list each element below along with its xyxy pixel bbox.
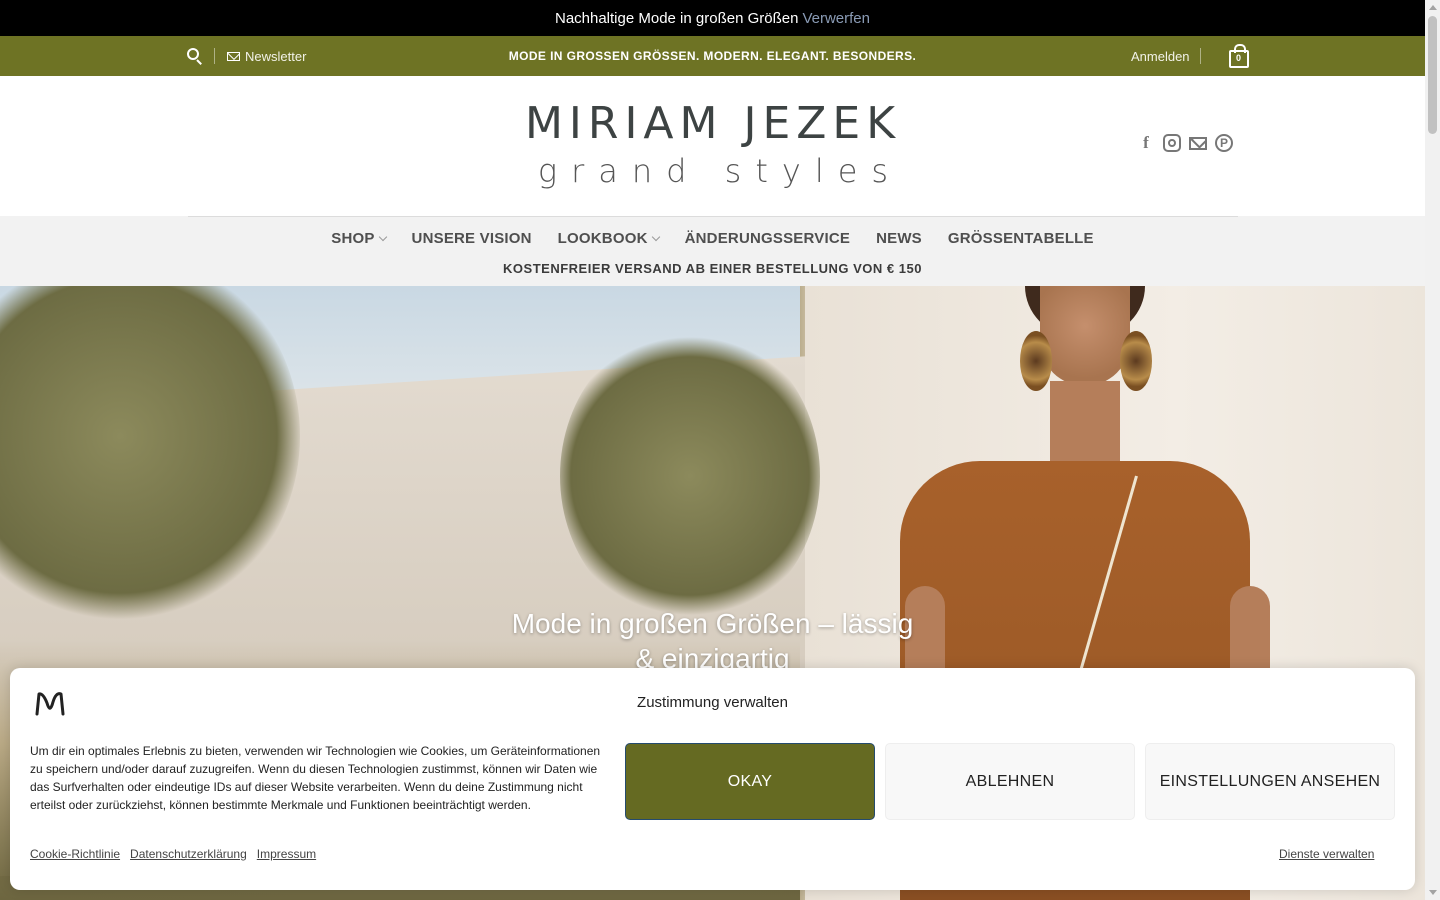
newsletter-link[interactable]: Newsletter [227,49,306,64]
notice-text: Nachhaltige Mode in großen Größen [554,9,799,27]
nav-item-aenderungsservice[interactable]: ÄNDERUNGSSERVICE [685,230,850,247]
hero-neck [1050,381,1120,471]
divider [214,48,215,64]
scrollbar-thumb[interactable] [1428,16,1437,134]
logo-subtitle: grand styles [537,152,903,190]
nav-item-news[interactable]: NEWS [876,230,922,247]
hero-title-text: Mode in großen Größen – lässig & einziga… [511,608,914,674]
search-icon[interactable] [186,47,204,65]
page: Nachhaltige Mode in großen Größen Verwer… [0,0,1425,900]
view-preferences-button[interactable]: EINSTELLUNGEN ANSEHEN [1145,743,1395,820]
accept-button[interactable]: OKAY [625,743,875,820]
divider [188,216,1238,217]
top-notice: Nachhaltige Mode in großen Größen Verwer… [0,0,1425,36]
site-logo[interactable]: MIRIAM JEZEK grand styles [517,98,909,190]
chevron-down-icon [378,232,387,241]
nav-item-label: SHOP [331,230,375,247]
nav-item-label: NEWS [876,230,922,247]
deny-button[interactable]: ABLEHNEN [885,743,1135,820]
hero-earring [1120,331,1152,391]
site-header: MIRIAM JEZEK grand styles f P [0,76,1425,216]
pinterest-icon[interactable]: P [1215,134,1233,152]
mail-icon [227,51,240,61]
hero-tree [560,326,820,626]
shipping-banner: KOSTENFREIER VERSAND AB EINER BESTELLUNG… [503,261,922,276]
nav-item-shop[interactable]: SHOP [331,230,387,247]
login-link[interactable]: Anmelden [1131,49,1190,64]
scroll-down-icon[interactable] [1429,890,1437,895]
cookie-text: Um dir ein optimales Erlebnis zu bieten,… [30,744,601,812]
scroll-up-icon[interactable] [1429,5,1437,10]
nav-item-groessentabelle[interactable]: GRÖSSENTABELLE [948,230,1094,247]
nav-item-label: UNSERE VISION [411,230,532,247]
newsletter-label: Newsletter [245,48,307,64]
nav-item-label: ÄNDERUNGSSERVICE [684,230,851,247]
hero-title: Mode in großen Größen – lässig & einziga… [0,606,1425,676]
logo-name: MIRIAM JEZEK [524,98,902,149]
privacy-policy-link[interactable]: Datenschutzerklärung [130,847,247,861]
cookie-links: Cookie-Richtlinie Datenschutzerklärung I… [30,847,316,861]
imprint-link[interactable]: Impressum [257,847,316,861]
scrollbar[interactable] [1425,0,1440,900]
manage-services-link[interactable]: Dienste verwalten [1279,847,1374,861]
main-nav: SHOP UNSERE VISION LOOKBOOK ÄNDERUNGSSER… [0,216,1425,286]
cart-icon[interactable]: 0 [1228,44,1249,68]
notice-dismiss-link[interactable]: Verwerfen [802,10,870,27]
cookie-consent-banner: Zustimmung verwalten Um dir ein optimale… [10,668,1415,890]
nav-item-unsere-vision[interactable]: UNSERE VISION [412,230,532,247]
hero-earring [1020,331,1052,391]
nav-item-label: LOOKBOOK [557,230,648,247]
chevron-down-icon [651,232,660,241]
instagram-icon[interactable] [1163,134,1181,152]
cart-count: 0 [1236,53,1242,63]
email-icon[interactable] [1189,137,1207,150]
cookie-title: Zustimmung verwalten [637,694,788,711]
nav-item-label: GRÖSSENTABELLE [947,230,1094,247]
divider [1199,48,1201,64]
nav-item-lookbook[interactable]: LOOKBOOK [557,230,660,247]
cookie-policy-link[interactable]: Cookie-Richtlinie [30,847,120,861]
social-icons: f P [1137,134,1233,152]
facebook-icon[interactable]: f [1137,134,1155,152]
hero-head [1040,286,1130,386]
top-bar: MODE IN GROSSEN GRÖSSEN. MODERN. ELEGANT… [0,36,1425,76]
